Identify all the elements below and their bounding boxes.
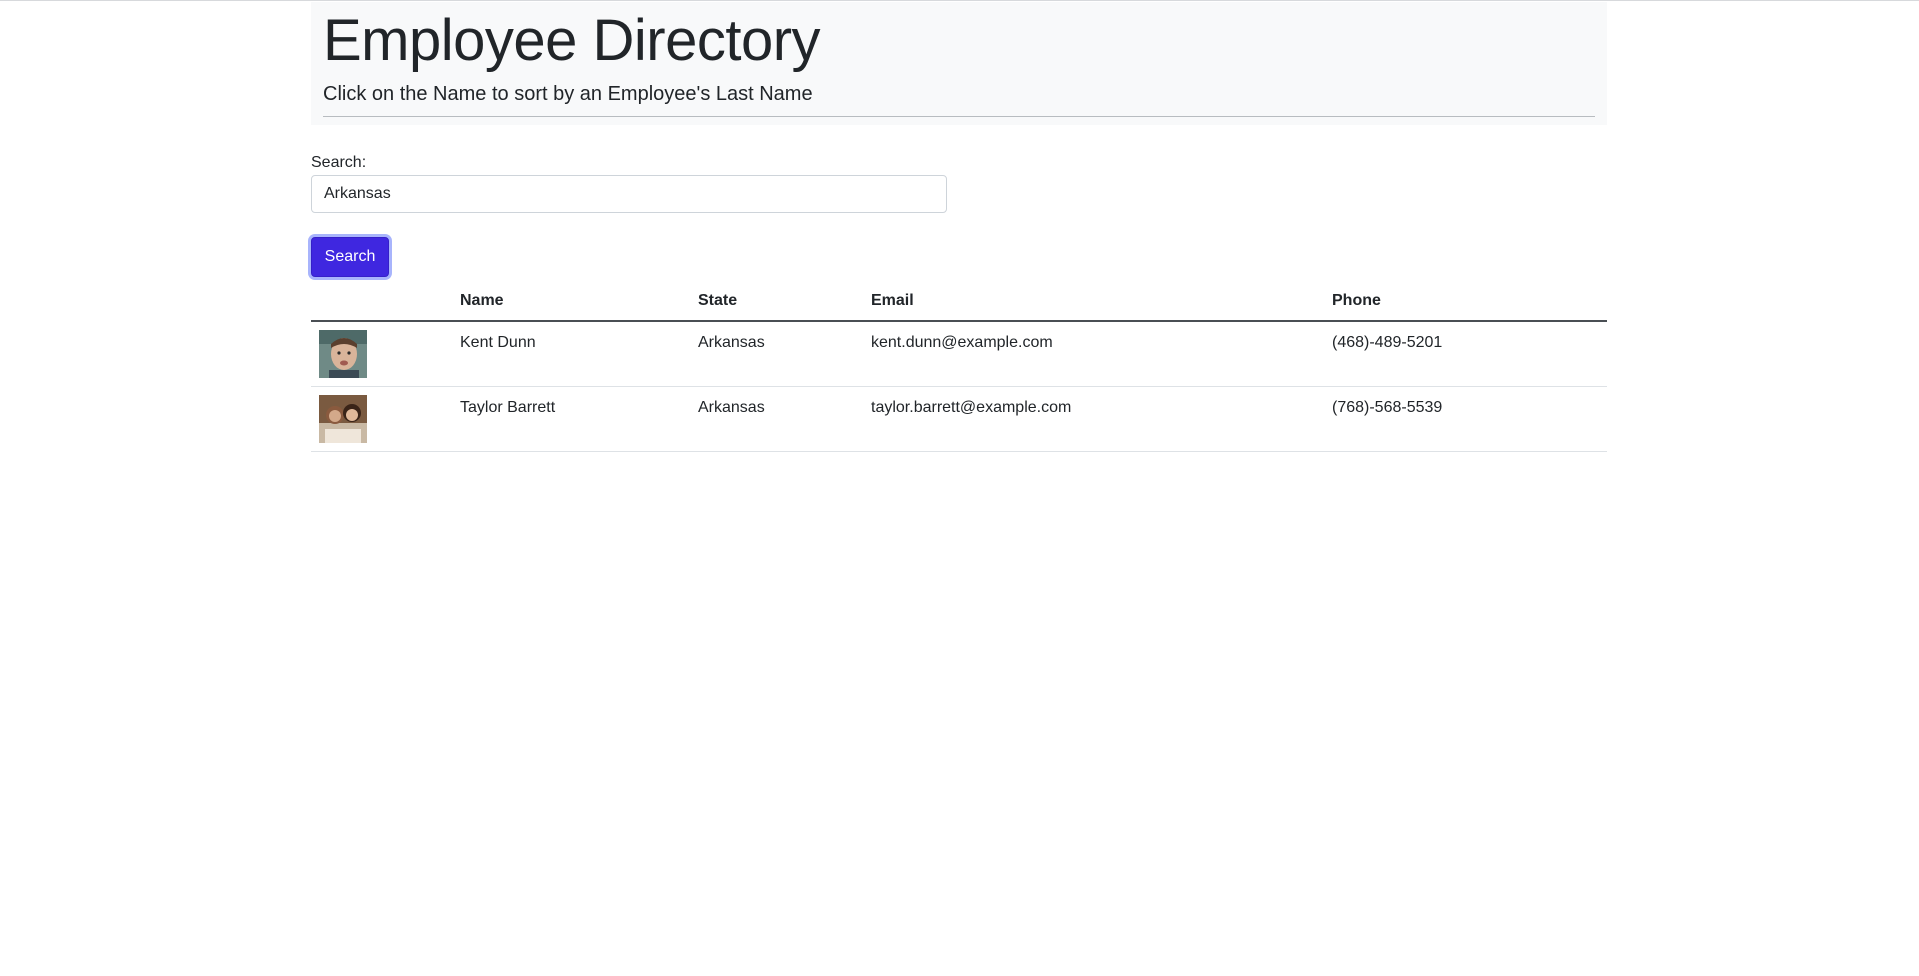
employee-table: Name State Email Phone Kent Dunn Arkansa… <box>311 285 1607 452</box>
search-label: Search: <box>311 154 367 171</box>
table-row: Kent Dunn Arkansas kent.dunn@example.com… <box>311 321 1607 387</box>
column-header-phone: Phone <box>1324 285 1607 322</box>
employee-state: Arkansas <box>690 386 863 452</box>
employee-name: Taylor Barrett <box>452 386 690 452</box>
search-button[interactable]: Search <box>311 237 389 277</box>
page: Employee Directory Click on the Name to … <box>0 0 1919 976</box>
search-form: Search: Search <box>311 153 1607 277</box>
person-portrait-icon <box>319 330 367 378</box>
employee-email: taylor.barrett@example.com <box>863 386 1324 452</box>
table-row: Taylor Barrett Arkansas taylor.barrett@e… <box>311 386 1607 452</box>
column-header-image <box>311 285 452 322</box>
column-header-email: Email <box>863 285 1324 322</box>
avatar-cell <box>311 386 452 452</box>
column-header-name[interactable]: Name <box>452 285 690 322</box>
employee-email: kent.dunn@example.com <box>863 321 1324 387</box>
page-subtitle: Click on the Name to sort by an Employee… <box>323 83 813 105</box>
avatar-cell <box>311 321 452 387</box>
column-header-state: State <box>690 285 863 322</box>
employee-name: Kent Dunn <box>452 321 690 387</box>
header-divider <box>323 116 1595 117</box>
person-portrait-icon <box>319 395 367 443</box>
header-jumbotron: Employee Directory Click on the Name to … <box>311 2 1607 125</box>
employee-state: Arkansas <box>690 321 863 387</box>
search-input[interactable] <box>311 175 947 213</box>
page-title: Employee Directory <box>323 8 821 73</box>
employee-phone: (468)-489-5201 <box>1324 321 1607 387</box>
table-header-row: Name State Email Phone <box>311 285 1607 322</box>
employee-phone: (768)-568-5539 <box>1324 386 1607 452</box>
main-container: Employee Directory Click on the Name to … <box>311 2 1607 452</box>
